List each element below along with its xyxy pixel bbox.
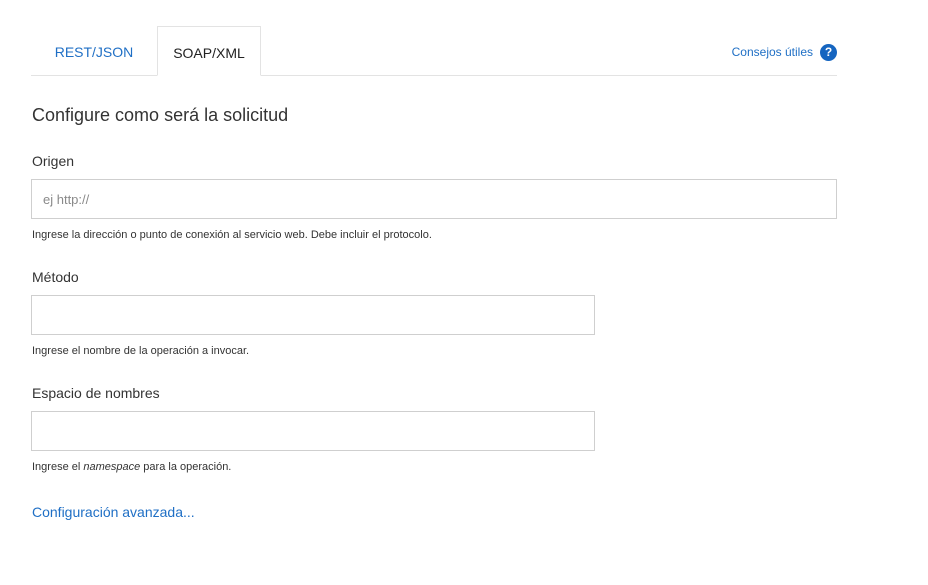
namespace-hint: Ingrese el namespace para la operación.: [32, 461, 231, 473]
namespace-hint-prefix: Ingrese el: [32, 461, 84, 473]
method-input[interactable]: [31, 295, 595, 335]
method-hint: Ingrese el nombre de la operación a invo…: [32, 345, 250, 357]
help-link-label[interactable]: Consejos útiles: [732, 45, 813, 59]
help-link[interactable]: Consejos útiles ?: [732, 43, 837, 61]
namespace-input[interactable]: [31, 411, 595, 451]
tab-rest-json[interactable]: REST/JSON: [31, 26, 157, 75]
tab-soap-xml[interactable]: SOAP/XML: [157, 26, 261, 76]
tab-bar: REST/JSON SOAP/XML Consejos útiles ?: [31, 26, 837, 76]
namespace-label: Espacio de nombres: [32, 385, 160, 401]
origin-hint: Ingrese la dirección o punto de conexión…: [32, 229, 432, 241]
method-label: Método: [32, 269, 79, 285]
namespace-hint-suffix: para la operación.: [140, 461, 232, 473]
advanced-settings-link[interactable]: Configuración avanzada...: [32, 504, 195, 520]
section-title: Configure como será la solicitud: [32, 105, 289, 125]
namespace-hint-emphasis: namespace: [83, 461, 141, 473]
origin-input[interactable]: [31, 179, 837, 219]
help-icon[interactable]: ?: [820, 43, 837, 61]
origin-label: Origen: [32, 153, 75, 169]
